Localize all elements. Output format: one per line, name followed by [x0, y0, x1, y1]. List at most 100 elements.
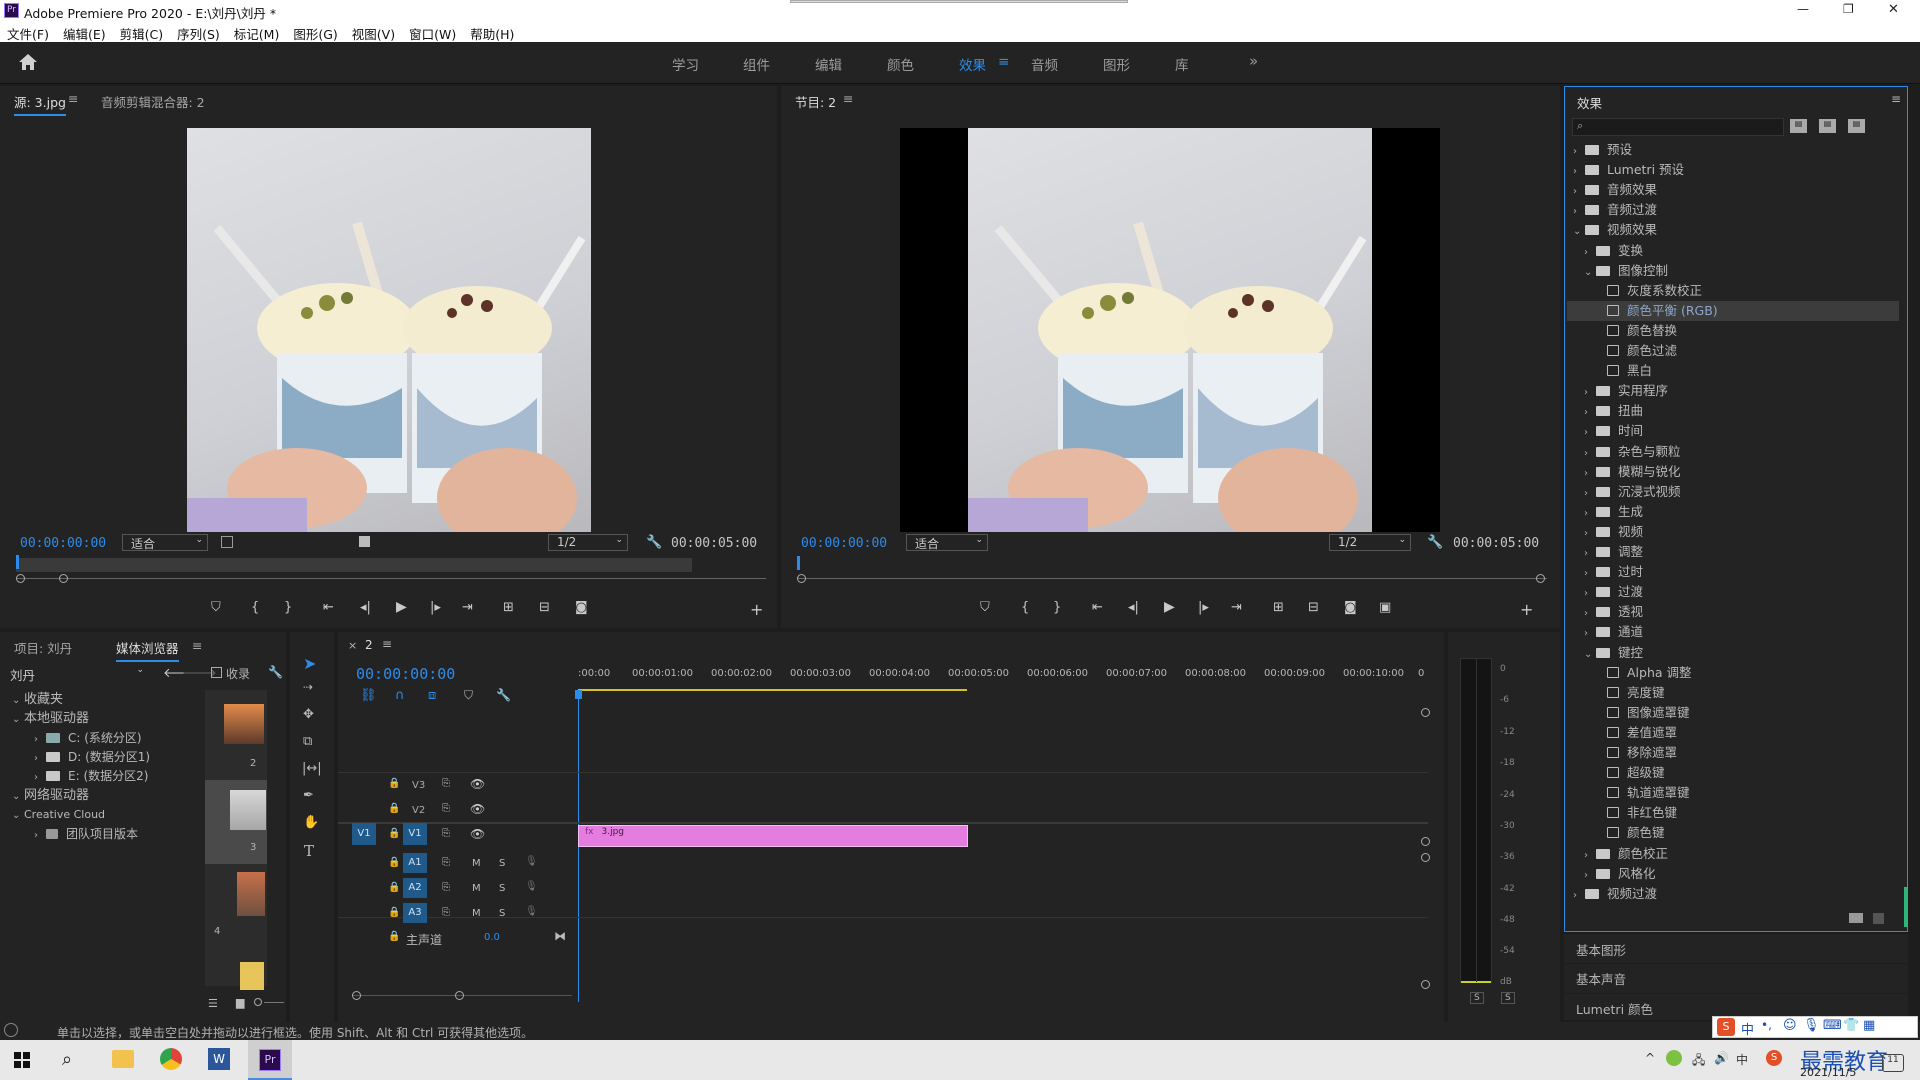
list-view-icon[interactable]: ☰: [208, 997, 218, 1010]
lock-icon[interactable]: 🔒: [388, 857, 400, 868]
essential-graphics-section[interactable]: 基本图形: [1564, 934, 1908, 963]
safe-margins-icon[interactable]: [359, 536, 370, 547]
yuv-effects-icon[interactable]: ▤: [1848, 119, 1865, 133]
selection-tool-icon[interactable]: ➤: [303, 654, 316, 673]
type-tool-icon[interactable]: T: [304, 842, 314, 860]
lock-icon[interactable]: 🔒: [388, 803, 400, 814]
effect-folder[interactable]: › 透视: [1584, 602, 1643, 622]
thumbnail-image[interactable]: [230, 790, 266, 830]
effect-item[interactable]: 颜色过滤: [1595, 341, 1677, 361]
extract-icon[interactable]: ⊟: [1308, 600, 1319, 615]
effect-folder[interactable]: › 过渡: [1584, 582, 1643, 602]
work-area-bar[interactable]: [578, 689, 967, 691]
menu-marker[interactable]: 标记(M): [227, 22, 287, 43]
effect-item[interactable]: 轨道遮罩键: [1595, 783, 1690, 803]
chevron-right-icon[interactable]: ›: [1573, 162, 1585, 182]
menu-help[interactable]: 帮助(H): [463, 22, 521, 43]
tab-sequence[interactable]: 2: [365, 638, 373, 652]
effect-folder[interactable]: › 沉浸式视频: [1584, 482, 1681, 502]
tree-drive-e[interactable]: › E: (数据分区2): [34, 766, 148, 786]
workspace-tab-effects[interactable]: 效果: [959, 54, 986, 74]
step-back-icon[interactable]: ◂|: [360, 600, 371, 615]
effect-item[interactable]: Alpha 调整: [1595, 663, 1692, 683]
chevron-down-icon[interactable]: ⌄: [1573, 222, 1585, 242]
chevron-right-icon[interactable]: ›: [1584, 524, 1596, 544]
essential-sound-section[interactable]: 基本声音: [1564, 964, 1908, 993]
step-forward-icon[interactable]: |▸: [430, 600, 441, 615]
settings-wrench-icon[interactable]: 🔧: [1427, 535, 1443, 550]
program-zoom-bar[interactable]: [797, 578, 1547, 579]
ime-emoji-icon[interactable]: ☺: [1783, 1018, 1797, 1033]
workspace-tab-audio[interactable]: 音频: [1031, 54, 1058, 74]
add-marker-icon[interactable]: ⛉: [211, 600, 221, 615]
tree-local-drives[interactable]: ⌄ 本地驱动器: [12, 709, 89, 729]
home-icon[interactable]: [18, 53, 38, 71]
source-res-dropdown[interactable]: 1/2 ⌄: [548, 534, 628, 551]
source-panel-menu-icon[interactable]: ≡: [68, 91, 78, 106]
chevron-right-icon[interactable]: ›: [1584, 444, 1596, 464]
add-marker-icon[interactable]: ⛉: [464, 688, 473, 703]
effect-folder[interactable]: › 杂色与颗粒: [1584, 442, 1681, 462]
solo-button[interactable]: S: [499, 858, 505, 869]
network-icon[interactable]: 🖧: [1692, 1051, 1705, 1072]
workspace-tab-learn[interactable]: 学习: [672, 54, 699, 74]
ripple-edit-tool-icon[interactable]: ✥: [303, 707, 314, 722]
effect-folder[interactable]: › 扭曲: [1584, 401, 1643, 421]
effect-folder[interactable]: › 音频效果: [1573, 180, 1657, 200]
effect-folder[interactable]: › 实用程序: [1584, 381, 1668, 401]
zoom-handle-left[interactable]: [797, 574, 806, 583]
solo-left-button[interactable]: S: [1470, 992, 1484, 1004]
source-patch-v1[interactable]: V1: [352, 823, 376, 845]
location-dropdown[interactable]: 刘丹 ⌄: [10, 665, 148, 683]
effect-item[interactable]: 颜色平衡 (RGB): [1567, 300, 1899, 321]
ime-mode[interactable]: 中: [1741, 1019, 1754, 1038]
eye-icon[interactable]: 👁: [470, 827, 485, 841]
workspace-tab-editing[interactable]: 编辑: [815, 54, 842, 74]
chevron-right-icon[interactable]: ›: [1584, 846, 1596, 866]
hand-tool-icon[interactable]: ✋: [303, 815, 319, 830]
slip-tool-icon[interactable]: |↔|: [302, 761, 322, 776]
tab-project[interactable]: 项目: 刘丹: [14, 638, 72, 657]
effect-folder[interactable]: › 颜色校正: [1584, 844, 1668, 864]
source-timecode[interactable]: 00:00:00:00: [20, 536, 106, 551]
effect-item[interactable]: 灰度系数校正: [1595, 281, 1702, 301]
chevron-right-icon[interactable]: ›: [1584, 584, 1596, 604]
source-playhead[interactable]: [16, 555, 19, 569]
chevron-right-icon[interactable]: ›: [1584, 504, 1596, 524]
sogou-logo-icon[interactable]: S: [1717, 1018, 1735, 1036]
ime-voice-icon[interactable]: 🎙: [1803, 1018, 1820, 1033]
go-to-out-icon[interactable]: ⇥: [1231, 600, 1242, 615]
play-icon[interactable]: ▶: [1164, 599, 1175, 615]
32bit-effects-icon[interactable]: ▤: [1819, 119, 1836, 133]
chevron-right-icon[interactable]: ›: [1584, 544, 1596, 564]
add-button-icon[interactable]: +: [750, 600, 763, 619]
overwrite-button-icon[interactable]: ⊟: [539, 600, 550, 615]
zoom-slider[interactable]: [264, 1002, 284, 1003]
tab-audio-clip-mixer[interactable]: 音频剪辑混合器: 2: [101, 92, 205, 111]
master-volume-value[interactable]: 0.0: [484, 932, 500, 943]
effect-folder[interactable]: › 风格化: [1584, 864, 1656, 884]
mute-button[interactable]: M: [472, 883, 481, 894]
effect-folder[interactable]: › 生成: [1584, 502, 1643, 522]
menu-graphics[interactable]: 图形(G): [286, 22, 344, 43]
chevron-right-icon[interactable]: ›: [1584, 564, 1596, 584]
export-frame-icon[interactable]: ◙: [575, 600, 588, 615]
timeline-playhead-line[interactable]: [578, 694, 579, 1002]
solo-button[interactable]: S: [499, 908, 505, 919]
go-to-in-icon[interactable]: ⇤: [323, 600, 334, 615]
accelerated-effects-icon[interactable]: ▤: [1790, 119, 1807, 133]
go-to-in-icon[interactable]: ⇤: [1092, 600, 1103, 615]
effect-folder[interactable]: › 视频过渡: [1573, 884, 1657, 904]
microphone-icon[interactable]: 🎙: [525, 906, 538, 917]
lock-icon[interactable]: 🔒: [388, 882, 400, 893]
chevron-right-icon[interactable]: ›: [1584, 624, 1596, 644]
zoom-handle-right[interactable]: [59, 574, 68, 583]
timeline-timecode[interactable]: 00:00:00:00: [356, 665, 455, 683]
search-icon[interactable]: ⌕: [62, 1049, 72, 1070]
insert-button-icon[interactable]: ⊞: [503, 600, 514, 615]
go-to-end-icon[interactable]: ⧓: [554, 929, 566, 943]
effect-item[interactable]: 差值遮罩: [1595, 723, 1677, 743]
zoom-handle-right[interactable]: [1536, 574, 1545, 583]
eye-icon[interactable]: 👁: [470, 777, 485, 791]
program-timecode[interactable]: 00:00:00:00: [801, 536, 887, 551]
